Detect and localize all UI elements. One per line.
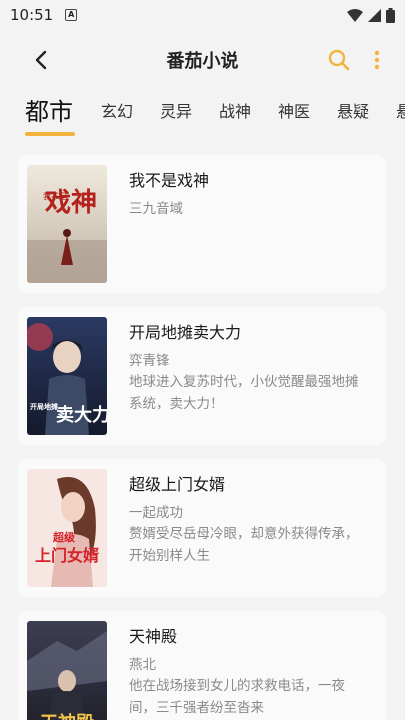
book-cover: 卖大力 开局地摊 xyxy=(27,317,107,435)
book-card[interactable]: 天神殿 天神殿 燕北 他在战场接到女儿的求救电话，一夜间，三千强者纷至沓来 xyxy=(18,611,386,720)
book-cover: 戏神 我不是 xyxy=(27,165,107,283)
signal-icon xyxy=(368,8,381,22)
wifi-icon xyxy=(347,8,363,22)
cover-title-text: 卖大力 xyxy=(56,404,107,425)
book-title: 超级上门女婿 xyxy=(129,475,226,494)
cover-title-text: 上门女婿 xyxy=(35,546,99,565)
cover-small-text: 超级 xyxy=(52,530,76,544)
cover-small-text: 我不是 xyxy=(43,191,67,201)
book-description: 地球进入复苏时代，小伙觉醒最强地摊系统，卖大力！ xyxy=(129,374,359,412)
back-arrow-icon xyxy=(35,50,47,70)
book-author: 一起成功 xyxy=(129,505,183,521)
search-icon xyxy=(328,49,350,71)
notification-icon: A xyxy=(65,9,78,21)
book-title: 天神殿 xyxy=(129,627,178,646)
book-title: 我不是戏神 xyxy=(129,171,210,190)
app-bar: 番茄小说 xyxy=(0,36,405,84)
cover-small-text: 开局地摊 xyxy=(30,402,58,411)
page-title: 番茄小说 xyxy=(166,51,239,72)
book-card[interactable]: 上门女婿 超级 超级上门女婿 一起成功 赘婿受尽岳母冷眼，却意外获得传承，开始别… xyxy=(18,459,386,597)
tab-zhanshen[interactable]: 战神 xyxy=(219,92,251,132)
book-cover: 上门女婿 超级 xyxy=(27,469,107,587)
tab-xuan-partial[interactable]: 悬 xyxy=(396,92,405,132)
more-vertical-icon xyxy=(374,50,380,70)
tab-dushi[interactable]: 都市 xyxy=(25,92,73,132)
battery-icon xyxy=(386,7,395,23)
tab-xuanhuan[interactable]: 玄幻 xyxy=(101,92,133,132)
search-button[interactable] xyxy=(325,46,353,74)
back-button[interactable] xyxy=(28,46,54,74)
book-author: 燕北 xyxy=(129,657,156,673)
more-button[interactable] xyxy=(367,46,387,74)
status-bar: 10:51 A xyxy=(0,0,405,30)
status-icons xyxy=(347,7,395,23)
active-tab-indicator xyxy=(25,132,75,136)
tab-shenyi[interactable]: 神医 xyxy=(278,92,310,132)
book-card[interactable]: 戏神 我不是 我不是戏神 三九音域 xyxy=(18,155,386,293)
book-description: 他在战场接到女儿的求救电话，一夜间，三千强者纷至沓来 xyxy=(129,678,345,716)
book-author: 三九音域 xyxy=(129,201,183,217)
cover-title-text: 天神殿 xyxy=(40,712,95,720)
book-description: 赘婿受尽岳母冷眼，却意外获得传承，开始别样人生 xyxy=(129,526,359,564)
book-title: 开局地摊卖大力 xyxy=(129,323,242,342)
tab-lingyi[interactable]: 灵异 xyxy=(160,92,192,132)
book-card[interactable]: 卖大力 开局地摊 开局地摊卖大力 弈青锋 地球进入复苏时代，小伙觉醒最强地摊系统… xyxy=(18,307,386,445)
book-author: 弈青锋 xyxy=(129,353,170,369)
tab-xuanyi[interactable]: 悬疑 xyxy=(337,92,369,132)
status-time: 10:51 xyxy=(10,6,54,24)
book-cover: 天神殿 xyxy=(27,621,107,720)
category-tabs: 都市 玄幻 灵异 战神 神医 悬疑 悬 xyxy=(0,92,405,142)
